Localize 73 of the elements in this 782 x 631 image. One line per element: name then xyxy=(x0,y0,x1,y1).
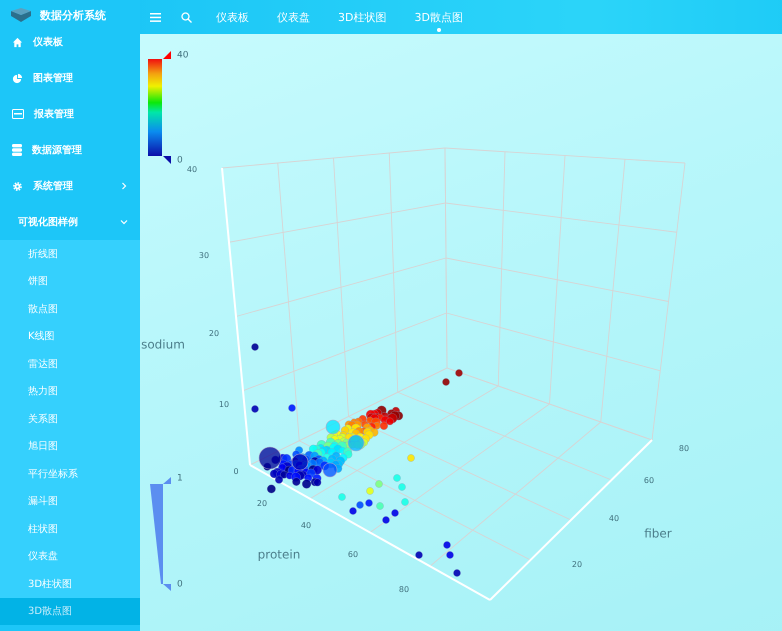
menu-item[interactable]: 仪表板 xyxy=(0,24,140,60)
submenu-item[interactable]: 仪表盘 xyxy=(0,542,140,570)
data-point xyxy=(275,476,284,484)
submenu-item[interactable]: 3D柱状图 xyxy=(0,570,140,598)
chevron-right-icon xyxy=(120,182,128,190)
axis-tick-label: 20 xyxy=(256,499,268,508)
submenu-item[interactable]: 旭日图 xyxy=(0,432,140,460)
data-point xyxy=(376,502,384,510)
data-point xyxy=(455,369,463,377)
card-icon xyxy=(12,109,24,119)
scale-min-label: 0 xyxy=(177,579,183,590)
submenu-item[interactable]: 折线图 xyxy=(0,240,140,268)
submenu-item[interactable]: 漏斗图 xyxy=(0,488,140,515)
axis-tick-label: 40 xyxy=(608,514,620,524)
submenu-item[interactable]: 3D散点图 xyxy=(0,598,140,625)
nav-tab[interactable]: 仪表板 xyxy=(212,6,253,28)
data-point xyxy=(442,378,450,386)
settings-icon xyxy=(12,180,23,192)
app-title: 数据分析系统 xyxy=(40,8,106,22)
submenu-item[interactable]: 饼图 xyxy=(0,268,140,295)
axis-tick-label: 80 xyxy=(398,585,410,594)
data-point xyxy=(338,493,346,501)
database-icon xyxy=(12,144,22,156)
data-point xyxy=(251,405,259,413)
menu-item[interactable]: 报表管理 xyxy=(0,96,140,132)
chevron-down-icon xyxy=(120,218,128,226)
axis-title: protein xyxy=(258,547,300,562)
axis-title: fiber xyxy=(644,526,672,540)
scale-min-label: 0 xyxy=(177,155,183,166)
nav-tab[interactable]: 3D柱状图 xyxy=(334,6,390,28)
data-point xyxy=(443,541,451,549)
data-point xyxy=(288,404,296,412)
axis-tick-label: 10 xyxy=(218,400,230,410)
axis-tick-label: 60 xyxy=(644,476,654,486)
data-point xyxy=(302,479,312,489)
submenu-item[interactable]: 散点图 xyxy=(0,295,140,322)
home-icon xyxy=(12,36,23,48)
submenu-item[interactable]: 关系图 xyxy=(0,405,140,432)
scale-max-label: 40 xyxy=(177,50,188,60)
menu-group[interactable]: 可视化图样例 xyxy=(0,204,140,240)
submenu-item[interactable]: 热力图 xyxy=(0,378,140,405)
axis-tick-label: 40 xyxy=(186,165,198,174)
scale-max-label: 1 xyxy=(177,473,183,484)
axis-tick-label: 40 xyxy=(300,521,312,530)
axis-tick-label: 80 xyxy=(678,444,690,454)
submenu-item[interactable]: K线图 xyxy=(0,322,140,350)
pie-chart-icon xyxy=(12,72,23,84)
menu-item[interactable]: 系统管理 xyxy=(0,168,140,204)
menu-item[interactable]: 图表管理 xyxy=(0,60,140,96)
axis-title: sodium xyxy=(141,337,185,352)
data-point xyxy=(407,454,415,462)
data-point xyxy=(380,422,388,430)
axis-tick-label: 30 xyxy=(198,251,210,260)
data-point xyxy=(401,498,409,506)
menu-icon[interactable] xyxy=(150,12,161,22)
data-point xyxy=(251,343,259,351)
data-point xyxy=(267,484,276,494)
nav-tab[interactable]: 仪表盘 xyxy=(273,6,314,28)
logo-icon xyxy=(10,7,32,23)
search-icon[interactable] xyxy=(181,12,192,22)
axis-tick-label: 60 xyxy=(348,550,358,560)
axis-tick-label: 20 xyxy=(208,329,220,338)
submenu-item[interactable]: 雷达图 xyxy=(0,350,140,378)
data-point xyxy=(446,551,454,559)
data-point xyxy=(292,478,300,486)
data-point xyxy=(453,569,461,577)
nav-tab[interactable]: 3D散点图 xyxy=(410,6,467,28)
submenu-item[interactable]: 平行坐标系 xyxy=(0,460,140,488)
data-point xyxy=(415,551,423,559)
axis-tick-label: 0 xyxy=(233,467,239,476)
submenu-item[interactable]: 柱状图 xyxy=(0,515,140,542)
menu-item[interactable]: 数据源管理 xyxy=(0,132,140,168)
axis-tick-label: 20 xyxy=(572,560,582,570)
